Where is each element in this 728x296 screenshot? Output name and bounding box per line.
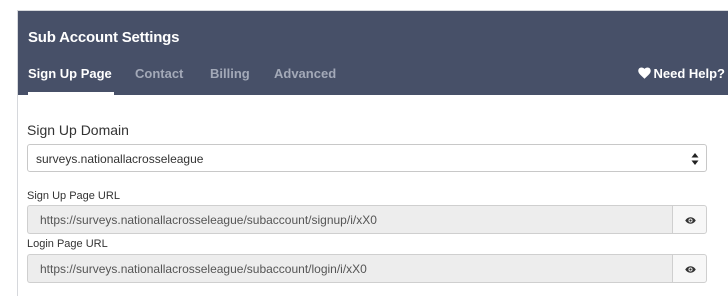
tab-label: Advanced [274, 66, 337, 81]
sign-up-domain-label: Sign Up Domain [27, 122, 129, 138]
login-url-group: https://surveys.nationallacrosseleague/s… [27, 254, 707, 283]
tab-contact[interactable]: Contact [135, 66, 183, 95]
tab-sign-up-page[interactable]: Sign Up Page [28, 66, 114, 95]
sign-up-url-group: https://surveys.nationallacrosseleague/s… [27, 205, 707, 234]
sign-up-page-url-label: Sign Up Page URL [27, 190, 120, 202]
tab-bar: Sign Up Page Contact Billing Advanced [18, 66, 728, 95]
heart-icon [638, 67, 652, 82]
show-sign-up-url-button[interactable] [672, 205, 707, 234]
sign-up-page-url-field[interactable]: https://surveys.nationallacrosseleague/s… [27, 205, 672, 234]
eye-icon [685, 217, 696, 224]
select-arrows-icon [691, 152, 699, 166]
sub-account-settings-panel: Sub Account Settings Sign Up Page Contac… [17, 10, 728, 296]
login-page-url-field[interactable]: https://surveys.nationallacrosseleague/s… [27, 254, 672, 283]
panel-header: Sub Account Settings Sign Up Page Contac… [18, 11, 728, 95]
show-login-url-button[interactable] [672, 254, 707, 283]
selected-domain: surveys.nationallacrosseleague [36, 152, 204, 166]
panel-title: Sub Account Settings [28, 29, 180, 46]
tab-label: Contact [135, 66, 184, 81]
tab-label: Billing [210, 66, 250, 81]
need-help-link[interactable]: Need Help? [638, 66, 725, 82]
tab-advanced[interactable]: Advanced [274, 66, 336, 95]
tab-billing[interactable]: Billing [210, 66, 250, 95]
need-help-label: Need Help? [653, 66, 725, 81]
eye-icon [685, 266, 696, 273]
sign-up-domain-select[interactable]: surveys.nationallacrosseleague [27, 144, 707, 172]
login-page-url-label: Login Page URL [27, 238, 108, 250]
tab-label: Sign Up Page [28, 66, 112, 81]
